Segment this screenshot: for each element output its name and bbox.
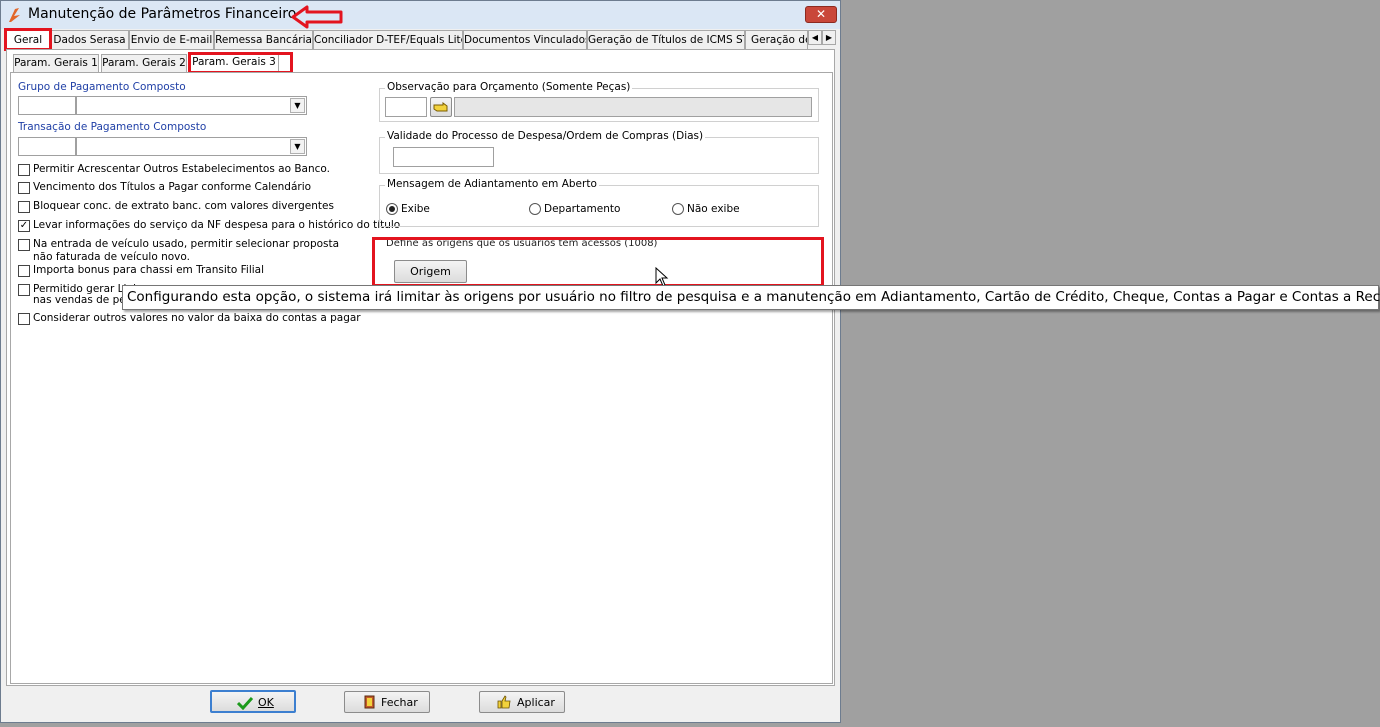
tab-envio-email[interactable]: Envio de E-mail <box>129 30 214 50</box>
fechar-button[interactable]: Fechar <box>344 691 430 713</box>
radio-exibe-label: Exibe <box>401 203 430 215</box>
tab-documentos-vinculados[interactable]: Documentos Vinculados <box>463 30 587 50</box>
lookup-button[interactable] <box>430 97 452 117</box>
transacao-codigo-input[interactable] <box>18 137 76 156</box>
transacao-pagamento-label: Transação de Pagamento Composto <box>18 121 207 133</box>
validade-title: Validade do Processo de Despesa/Ordem de… <box>385 130 706 142</box>
tab-geracao-icms-st[interactable]: Geração de Títulos de ICMS ST <box>587 30 745 50</box>
checkbox-label: Na entrada de veículo usado, permitir se… <box>33 238 340 250</box>
checkbox[interactable] <box>18 265 30 277</box>
scroll-left-icon[interactable]: ◀ <box>808 30 822 45</box>
highlight-param-gerais-3 <box>188 52 293 74</box>
checkbox-label-line2: nas vendas de peç <box>33 294 132 306</box>
checkbox[interactable] <box>18 164 30 176</box>
checkbox[interactable] <box>18 239 30 251</box>
tab-conciliador[interactable]: Conciliador D-TEF/Equals Lite <box>313 30 463 50</box>
checkbox-label: Levar informações do serviço da NF despe… <box>33 219 401 231</box>
chevron-down-icon[interactable]: ▼ <box>290 139 305 154</box>
parameters-window: Manutenção de Parâmetros Financeiro ✕ Ge… <box>0 0 841 723</box>
grupo-descricao-combo[interactable]: ▼ <box>76 96 307 115</box>
thumbs-up-icon <box>497 695 511 709</box>
checkbox-label-line2: não faturada de veículo novo. <box>33 251 190 263</box>
observacao-code-input[interactable] <box>385 97 427 117</box>
validade-dias-input[interactable] <box>393 147 494 167</box>
checkbox[interactable] <box>18 182 30 194</box>
grupo-codigo-input[interactable] <box>18 96 76 115</box>
observacao-description-field <box>454 97 812 117</box>
highlight-geral-tab <box>4 28 52 51</box>
transacao-descricao-combo[interactable]: ▼ <box>76 137 307 156</box>
radio-exibe[interactable] <box>386 203 398 215</box>
grupo-pagamento-label: Grupo de Pagamento Composto <box>18 81 186 93</box>
radio-departamento-label: Departamento <box>544 203 621 215</box>
aplicar-button[interactable]: Aplicar <box>479 691 565 713</box>
check-icon <box>237 696 253 710</box>
pointing-hand-icon <box>433 102 448 112</box>
window-title: Manutenção de Parâmetros Financeiro <box>28 6 297 22</box>
subtab-param-gerais-1[interactable]: Param. Gerais 1 <box>13 54 99 72</box>
highlight-origens-section <box>372 237 824 287</box>
origem-tooltip: Configurando esta opção, o sistema irá l… <box>122 285 1380 310</box>
checkbox-label: Considerar outros valores no valor da ba… <box>33 312 361 324</box>
tab-scroll-buttons: ◀ ▶ <box>808 30 838 46</box>
checkbox-checked[interactable]: ✓ <box>18 220 30 232</box>
close-button[interactable]: ✕ <box>805 6 837 23</box>
checkbox-label: Vencimento dos Títulos a Pagar conforme … <box>33 181 312 193</box>
door-icon <box>364 695 375 709</box>
checkbox-label: Bloquear conc. de extrato banc. com valo… <box>33 200 334 212</box>
mensagem-title: Mensagem de Adiantamento em Aberto <box>385 178 599 190</box>
ok-button[interactable]: OK <box>210 690 296 713</box>
dialog-button-bar: OK Fechar Aplicar <box>1 686 840 722</box>
observacao-title: Observação para Orçamento (Somente Peças… <box>385 81 633 93</box>
ok-label: OK <box>258 696 274 709</box>
annotation-arrow-icon <box>291 5 343 29</box>
tab-geracao-de[interactable]: Geração de <box>745 30 808 50</box>
scroll-right-icon[interactable]: ▶ <box>822 30 836 45</box>
mouse-cursor-icon <box>655 267 669 287</box>
checkbox-label: Permitir Acrescentar Outros Estabelecime… <box>33 163 330 175</box>
radio-nao-exibe[interactable] <box>672 203 684 215</box>
checkbox[interactable] <box>18 284 30 296</box>
fechar-label: Fechar <box>381 696 418 709</box>
tab-dados-serasa[interactable]: Dados Serasa <box>50 30 129 50</box>
tab-remessa-bancaria[interactable]: Remessa Bancária <box>214 30 313 50</box>
app-logo-icon <box>9 8 20 22</box>
checkbox-label: Importa bonus para chassi em Transito Fi… <box>33 264 265 276</box>
checkbox[interactable] <box>18 201 30 213</box>
aplicar-label: Aplicar <box>517 696 555 709</box>
subtab-param-gerais-2[interactable]: Param. Gerais 2 <box>101 54 187 72</box>
radio-departamento[interactable] <box>529 203 541 215</box>
title-bar: Manutenção de Parâmetros Financeiro ✕ <box>1 1 840 29</box>
checkbox[interactable] <box>18 313 30 325</box>
chevron-down-icon[interactable]: ▼ <box>290 98 305 113</box>
radio-nao-exibe-label: Não exibe <box>687 203 740 215</box>
